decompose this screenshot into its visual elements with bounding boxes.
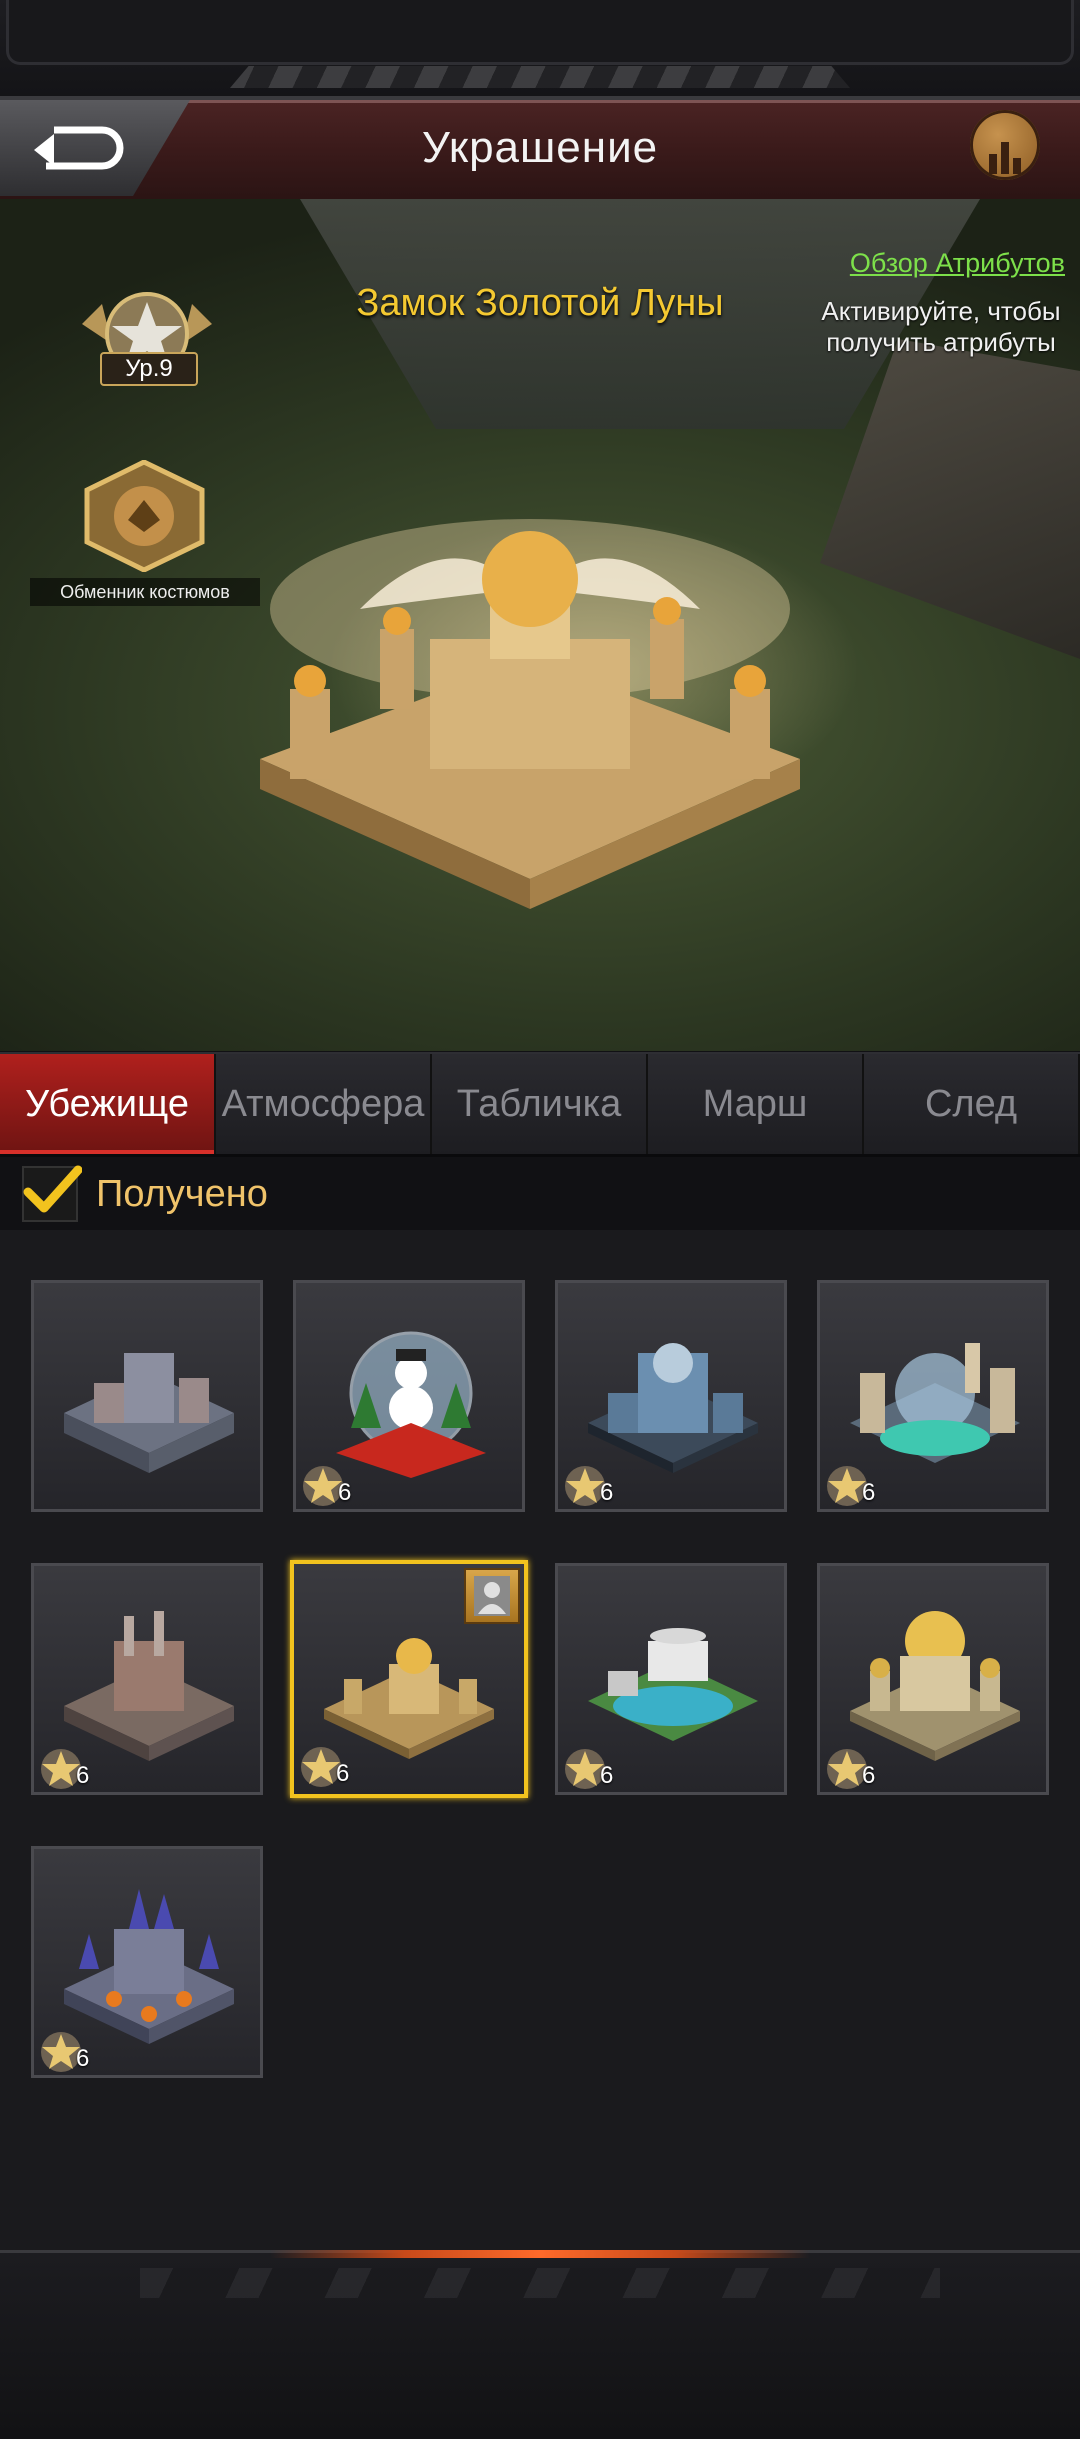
stats-button[interactable]	[970, 110, 1040, 180]
bottom-stripes	[140, 2268, 940, 2298]
star-count: 6	[338, 1479, 352, 1506]
skin-tile-snow-globe[interactable]: 6	[293, 1280, 525, 1512]
resort-base-image	[588, 1628, 758, 1741]
blue-city-image	[588, 1343, 758, 1473]
castle-name-title: Замок Золотой Луны	[356, 282, 724, 324]
skin-tile-resort-base[interactable]: 6	[555, 1563, 787, 1795]
costume-exchange-label: Обменник костюмов	[30, 578, 260, 606]
golden-palace-image	[850, 1611, 1020, 1761]
tab-atmosphere[interactable]: Атмосфера	[216, 1054, 432, 1154]
category-tabs: Убежище Атмосфера Табличка Марш След	[0, 1052, 1080, 1157]
costume-exchange-icon[interactable]	[82, 460, 207, 572]
skin-tile-golden-moon-castle[interactable]: 6	[290, 1560, 528, 1798]
snow-globe-image	[336, 1331, 486, 1478]
tab-shelter[interactable]: Убежище	[0, 1054, 216, 1154]
obtained-checkbox[interactable]	[22, 1165, 82, 1222]
person-icon	[474, 1576, 510, 1616]
star-count: 6	[336, 1760, 350, 1787]
skin-tile-golden-palace[interactable]: 6	[817, 1563, 1049, 1795]
star-count: 6	[600, 1479, 614, 1506]
skin-tile-halloween-castle[interactable]: 6	[31, 1846, 263, 2078]
skin-tile-grey-fortress[interactable]	[31, 1280, 263, 1512]
top-frame	[0, 0, 1080, 100]
grey-fortress-image	[64, 1353, 234, 1473]
attributes-overview-link[interactable]: Обзор Атрибутов	[820, 248, 1065, 279]
tab-trail[interactable]: След	[864, 1054, 1080, 1154]
skin-tile-dome-city[interactable]: 6	[817, 1280, 1049, 1512]
tab-nameplate[interactable]: Табличка	[432, 1054, 648, 1154]
bottom-glow	[270, 2250, 810, 2258]
castle-preview-image	[260, 519, 800, 909]
dome-city-image	[850, 1343, 1020, 1463]
star-count: 6	[862, 1762, 876, 1789]
obtained-filter[interactable]: Получено	[22, 1165, 268, 1222]
star-count: 6	[76, 1762, 90, 1789]
star-count: 6	[76, 2045, 90, 2072]
checkmark-icon	[23, 1165, 82, 1213]
star-count: 6	[862, 1479, 876, 1506]
page-title: Украшение	[421, 123, 659, 172]
level-label: Ур.9	[100, 352, 198, 386]
tab-march[interactable]: Марш	[648, 1054, 864, 1154]
skin-tile-blue-city[interactable]: 6	[555, 1280, 787, 1512]
equipped-badge	[464, 1568, 520, 1624]
halloween-castle-image	[64, 1889, 234, 2044]
bar-chart-icon	[989, 142, 1021, 174]
star-count: 6	[600, 1762, 614, 1789]
industrial-base-image	[64, 1611, 234, 1761]
obtained-label: Получено	[96, 1172, 268, 1215]
skin-tile-industrial-base[interactable]: 6	[31, 1563, 263, 1795]
activate-hint-text: Активируйте, чтобы получить атрибуты	[821, 296, 1061, 357]
